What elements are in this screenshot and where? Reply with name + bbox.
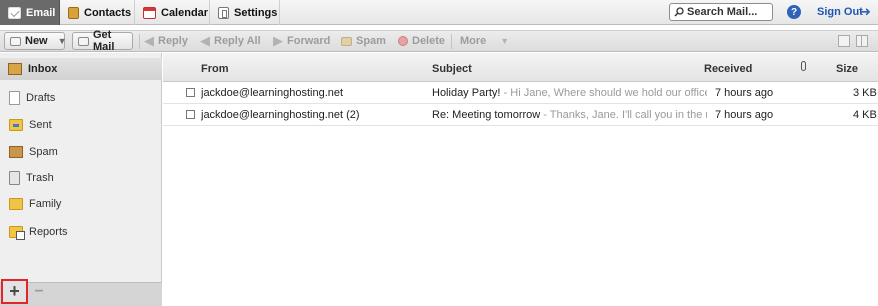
sidebar-item-spam[interactable]: Spam — [9, 146, 58, 158]
reply-all-button[interactable]: ◀ Reply All — [200, 31, 261, 51]
message-received: 7 hours ago — [715, 109, 774, 121]
forward-button[interactable]: ▶ Forward — [273, 31, 330, 51]
get-mail-button[interactable]: Get Mail — [72, 29, 133, 53]
tab-email[interactable]: Email — [0, 0, 60, 25]
split-pane-view-icon[interactable] — [856, 35, 868, 47]
message-preview: - Thanks, Jane. I'll call you in the mor… — [543, 109, 707, 121]
tab-calendar[interactable]: Calendar — [135, 0, 210, 25]
message-list-header: From Subject Received Size — [163, 53, 878, 82]
folder-sidebar: Inbox Drafts Sent Spam Trash Family Repo… — [0, 53, 162, 306]
envelope-icon — [8, 6, 21, 19]
message-subject: Re: Meeting tomorrow - Thanks, Jane. I'l… — [432, 109, 707, 121]
spam-button[interactable]: Spam — [341, 31, 386, 51]
more-button[interactable]: More ▼ — [460, 31, 509, 51]
help-icon[interactable]: ? — [787, 5, 801, 19]
remove-folder-button[interactable]: − — [30, 283, 48, 301]
calendar-icon — [143, 6, 156, 19]
sidebar-item-sent[interactable]: Sent — [9, 119, 52, 131]
row-checkbox[interactable] — [186, 88, 195, 97]
sidebar-item-reports[interactable]: Reports — [9, 226, 68, 240]
get-mail-label: Get Mail — [93, 29, 115, 53]
message-received: 7 hours ago — [715, 87, 774, 99]
delete-label: Delete — [412, 35, 446, 47]
inbox-icon — [8, 63, 22, 75]
toolbar-divider — [451, 34, 452, 49]
search-placeholder: Search Mail... — [687, 6, 758, 18]
tab-email-label: Email — [26, 6, 56, 19]
search-icon — [674, 7, 684, 17]
message-subject: Holiday Party! - Hi Jane, Where should w… — [432, 87, 707, 99]
tab-contacts-label: Contacts — [84, 6, 132, 19]
reply-all-label: Reply All — [214, 35, 261, 47]
spam-icon — [341, 36, 352, 46]
new-button-label: New — [25, 35, 48, 47]
subject-text: Re: Meeting tomorrow — [432, 109, 541, 121]
spam-folder-icon — [9, 146, 23, 158]
folder-icon — [9, 198, 23, 210]
toolbar: New ▼ Get Mail ◀ Reply ◀ Reply All ▶ For… — [0, 29, 878, 53]
new-button[interactable]: New ▼ — [4, 32, 67, 50]
message-size: 3 KB — [853, 87, 877, 99]
sign-out-arrow-icon[interactable]: ➜ — [860, 5, 871, 18]
message-size: 4 KB — [853, 109, 877, 121]
tab-settings[interactable]: Settings — [210, 0, 280, 25]
column-from[interactable]: From — [201, 63, 229, 75]
column-subject[interactable]: Subject — [432, 63, 472, 75]
chevron-down-icon[interactable]: ▼ — [58, 36, 67, 46]
sidebar-item-label: Sent — [29, 119, 52, 131]
subject-text: Holiday Party! — [432, 87, 501, 99]
table-row[interactable]: jackdoe@learninghosting.net (2) Re: Meet… — [163, 105, 878, 126]
forward-label: Forward — [287, 35, 331, 47]
toolbar-divider — [139, 34, 140, 49]
reply-all-icon: ◀ — [200, 33, 210, 48]
sidebar-item-label: Reports — [29, 226, 68, 238]
sidebar-item-label: Trash — [26, 172, 54, 184]
delete-icon — [398, 36, 408, 46]
message-preview: - Hi Jane, Where should we hold our offi… — [503, 87, 707, 99]
sidebar-item-drafts[interactable]: Drafts — [9, 91, 55, 105]
sidebar-item-label: Spam — [29, 146, 58, 158]
sidebar-item-label: Family — [29, 198, 62, 210]
spam-label: Spam — [356, 35, 386, 47]
forward-icon: ▶ — [273, 33, 283, 48]
tab-contacts[interactable]: Contacts — [60, 0, 135, 25]
delete-button[interactable]: Delete — [398, 31, 445, 51]
sign-out-link[interactable]: Sign Out — [817, 6, 863, 18]
sidebar-item-label: Drafts — [26, 92, 56, 104]
chevron-down-icon: ▼ — [500, 36, 510, 46]
attachment-column-icon[interactable] — [801, 61, 806, 74]
tab-calendar-label: Calendar — [161, 6, 209, 19]
draft-icon — [9, 91, 20, 105]
message-from: jackdoe@learninghosting.net (2) — [201, 109, 360, 121]
reply-button[interactable]: ◀ Reply — [144, 31, 188, 51]
settings-icon — [218, 6, 229, 19]
more-label: More — [460, 35, 487, 47]
search-input[interactable]: Search Mail... — [669, 3, 773, 21]
inbox-label: Inbox — [28, 63, 58, 75]
sidebar-item-inbox[interactable]: Inbox — [0, 58, 162, 80]
reply-icon: ◀ — [144, 33, 154, 48]
trash-icon — [9, 171, 20, 185]
sidebar-item-family[interactable]: Family — [9, 198, 61, 210]
tab-settings-label: Settings — [234, 6, 278, 19]
folder-icon — [9, 226, 25, 240]
column-received[interactable]: Received — [704, 63, 752, 75]
table-row[interactable]: jackdoe@learninghosting.net Holiday Part… — [163, 83, 878, 104]
message-from: jackdoe@learninghosting.net — [201, 87, 344, 99]
reply-label: Reply — [158, 35, 188, 47]
sidebar-item-trash[interactable]: Trash — [9, 171, 54, 185]
add-folder-button[interactable]: + — [1, 279, 28, 304]
sent-folder-icon — [9, 119, 23, 131]
single-pane-view-icon[interactable] — [838, 35, 850, 47]
address-book-icon — [68, 6, 79, 19]
get-mail-icon — [78, 36, 89, 46]
row-checkbox[interactable] — [186, 110, 195, 119]
top-nav: Email Contacts Calendar Settings Search … — [0, 0, 878, 25]
column-size[interactable]: Size — [836, 63, 858, 75]
compose-icon — [10, 36, 21, 46]
